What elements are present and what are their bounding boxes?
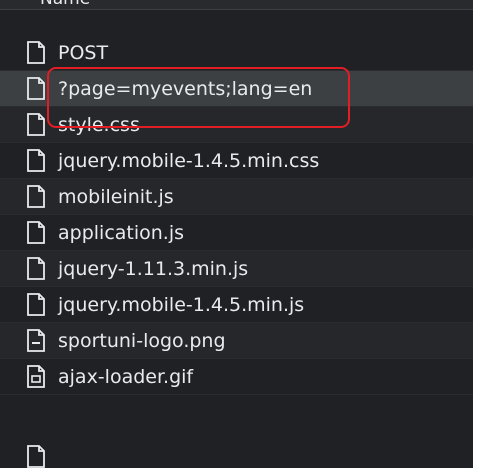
request-row-style-css[interactable]: style.css	[0, 107, 473, 143]
request-list: POST ?page=myevents;lang=en style.css jq…	[0, 35, 473, 395]
request-row-jqm-js[interactable]: jquery.mobile-1.4.5.min.js	[0, 287, 473, 323]
request-name: mobileinit.js	[58, 185, 174, 208]
document-icon	[27, 221, 45, 244]
request-name: jquery.mobile-1.4.5.min.css	[58, 149, 320, 172]
request-row-page[interactable]: ?page=myevents;lang=en	[0, 71, 473, 107]
document-icon	[27, 445, 45, 468]
request-row-logo[interactable]: sportuni-logo.png	[0, 323, 473, 359]
request-row-application[interactable]: application.js	[0, 215, 473, 251]
request-name: style.css	[58, 113, 140, 136]
document-icon	[27, 113, 45, 136]
request-name: sportuni-logo.png	[58, 329, 226, 352]
request-name: application.js	[58, 221, 185, 244]
document-icon	[27, 293, 45, 316]
document-icon	[27, 77, 45, 100]
document-icon	[27, 149, 45, 172]
request-name: jquery-1.11.3.min.js	[58, 257, 249, 280]
document-icon	[27, 257, 45, 280]
request-name: POST	[58, 41, 109, 64]
request-row-post[interactable]: POST	[0, 35, 473, 71]
request-name: jquery.mobile-1.4.5.min.js	[58, 293, 305, 316]
network-panel: Name POST ?page=myevents;lang=en style.c…	[0, 0, 481, 468]
request-row-jquery[interactable]: jquery-1.11.3.min.js	[0, 251, 473, 287]
request-row-ajax-loader[interactable]: ajax-loader.gif	[0, 359, 473, 395]
request-row-mobileinit[interactable]: mobileinit.js	[0, 179, 473, 215]
document-icon	[27, 185, 45, 208]
image-icon	[27, 365, 45, 388]
image-icon	[27, 329, 45, 352]
request-name: ?page=myevents;lang=en	[58, 77, 313, 100]
partial-request-row	[0, 431, 473, 468]
document-icon	[27, 41, 45, 64]
request-row-jqm-css[interactable]: jquery.mobile-1.4.5.min.css	[0, 143, 473, 179]
request-name: ajax-loader.gif	[58, 365, 194, 388]
scrollbar-gutter	[473, 0, 481, 468]
name-column-header[interactable]: Name	[0, 0, 473, 10]
